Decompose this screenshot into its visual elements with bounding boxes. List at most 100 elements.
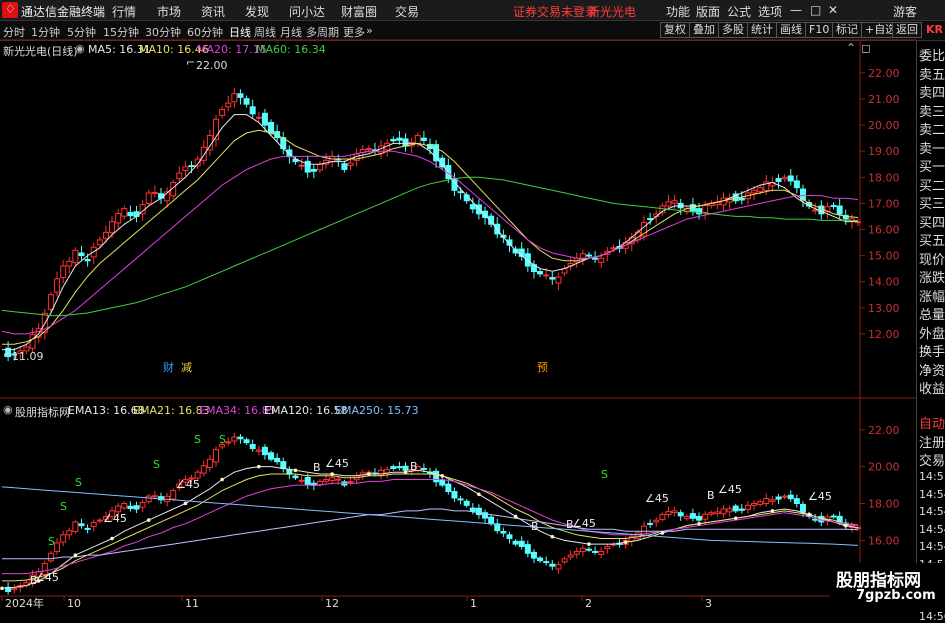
- candle-body: [463, 500, 470, 506]
- candle-body: [54, 278, 61, 293]
- kr-badge[interactable]: KR: [926, 23, 943, 36]
- quote-field-label: 涨跌: [919, 271, 945, 286]
- candle-body: [347, 481, 354, 484]
- signal-s: S: [194, 433, 201, 446]
- candle-body: [347, 162, 354, 167]
- marker-reduce[interactable]: 减: [181, 359, 192, 375]
- candle-body: [634, 532, 641, 540]
- angle-label: ∠45: [35, 571, 59, 584]
- high-arrow-icon: ⌐: [186, 56, 196, 69]
- candle-body: [763, 498, 770, 505]
- register-label[interactable]: 注册: [919, 432, 945, 451]
- candle-body: [671, 200, 678, 204]
- candle-body: [115, 505, 122, 513]
- trade-label[interactable]: 交易: [919, 450, 945, 469]
- candle-body: [121, 208, 128, 217]
- candle-body: [439, 479, 446, 486]
- candle-body: [225, 102, 232, 108]
- candle-body: [157, 193, 164, 199]
- y-tick-label: 21.00: [868, 93, 900, 106]
- price-chart[interactable]: 22.00 21.00 20.00 19.00 18.00 17.00 16.00 15.00…: [0, 0, 945, 609]
- candle-body: [647, 522, 654, 525]
- x-tick-label: 2: [585, 597, 592, 609]
- candle-body: [757, 501, 764, 505]
- candle-body: [781, 176, 788, 180]
- candle-body: [60, 265, 67, 279]
- candle-body: [769, 499, 776, 502]
- tick-time: 14:56: [919, 610, 945, 623]
- candle-body: [151, 495, 158, 498]
- tick-time: 14:54: [919, 522, 945, 536]
- candle-body: [66, 530, 73, 536]
- candle-body: [60, 534, 67, 543]
- candle-body: [145, 495, 152, 503]
- candle-body: [451, 491, 458, 499]
- tick-time: 14:54: [919, 505, 945, 518]
- candle-body: [677, 512, 684, 517]
- y-tick-label: 17.00: [868, 197, 900, 210]
- x-tick-label: 10: [67, 597, 81, 609]
- candle-body: [592, 257, 599, 260]
- candle-body: [72, 249, 79, 264]
- main-candles: [5, 88, 861, 362]
- candle-body: [775, 178, 782, 182]
- candle-body: [573, 550, 580, 555]
- signal-s: S: [601, 468, 608, 481]
- quote-field-label: 卖一: [919, 141, 945, 157]
- y-tick-label: 22.00: [868, 67, 900, 80]
- candle-body: [47, 294, 54, 310]
- candle-body: [506, 534, 513, 540]
- signal-s: S: [75, 476, 82, 489]
- candle-body: [561, 558, 568, 563]
- candle-body: [390, 466, 397, 469]
- candle-body: [598, 257, 605, 263]
- b-label: B: [531, 520, 539, 533]
- low-price-label: 11.09: [12, 350, 44, 363]
- candle-body: [537, 271, 544, 275]
- candle-body: [604, 546, 611, 550]
- candle-body: [420, 137, 427, 141]
- candle-body: [518, 540, 525, 547]
- candle-body: [335, 478, 342, 481]
- marker-forecast[interactable]: 预: [537, 359, 548, 375]
- ema-dot: [183, 501, 188, 506]
- quote-field-label: 净资: [919, 363, 945, 379]
- y-tick-label: 20.00: [868, 461, 900, 474]
- candle-body: [726, 508, 733, 513]
- signal-s: S: [60, 500, 67, 513]
- candle-body: [182, 166, 189, 172]
- auto-label[interactable]: 自动: [919, 413, 945, 432]
- candle-body: [90, 521, 97, 528]
- ema-dot: [733, 516, 738, 521]
- candle-body: [365, 148, 372, 151]
- x-tick-label: 3: [705, 597, 712, 609]
- ema-dot: [550, 534, 555, 539]
- tick-time: 14:5: [919, 470, 944, 483]
- candle-body: [500, 531, 507, 534]
- y-tick-label: 20.00: [868, 119, 900, 132]
- candle-body: [793, 498, 800, 504]
- candle-body: [243, 98, 250, 105]
- b-label: B: [566, 518, 574, 531]
- candle-body: [151, 191, 158, 194]
- ema-dot: [367, 472, 371, 476]
- candle-body: [799, 503, 806, 513]
- candle-body: [109, 221, 116, 233]
- candle-body: [671, 510, 678, 514]
- candle-body: [787, 175, 794, 182]
- ema-dot: [807, 512, 811, 517]
- candle-body: [231, 93, 238, 103]
- candle-body: [243, 439, 250, 444]
- signal-s: S: [48, 535, 55, 548]
- candle-body: [127, 505, 134, 509]
- series-line-ma10: [2, 129, 859, 345]
- candle-body: [261, 112, 268, 126]
- ema-dot: [293, 468, 298, 473]
- ema-dot: [843, 523, 848, 528]
- candle-body: [237, 436, 244, 440]
- candle-body: [598, 550, 605, 555]
- candle-body: [96, 519, 103, 522]
- marker-finance[interactable]: 财: [163, 359, 174, 375]
- candle-body: [720, 508, 727, 515]
- candle-body: [579, 253, 586, 259]
